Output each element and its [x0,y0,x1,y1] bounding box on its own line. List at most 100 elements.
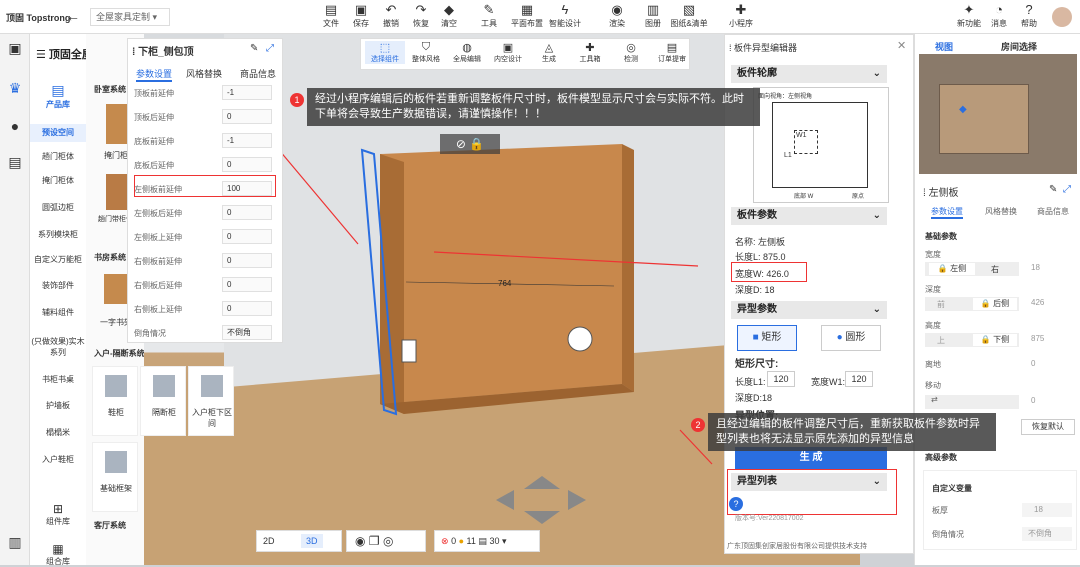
view-3d-button[interactable]: 3D [301,534,323,548]
expand-icon[interactable]: ⤢ [266,43,274,54]
category-item[interactable]: ⊞ 组件库 [30,502,86,527]
category-item[interactable]: 圆弧边柜 [30,202,86,213]
gauge-icon[interactable]: ◎ [383,534,393,548]
param-input[interactable]: 0 [222,301,272,316]
width-value[interactable]: 18 [1031,263,1040,272]
param-input[interactable]: -1 [222,133,272,148]
right-tab[interactable]: 商品信息 [1037,206,1069,217]
copy-icon[interactable]: ❐ [369,534,380,548]
category-item[interactable]: 护墙板 [30,400,86,411]
user-icon[interactable]: ● [5,118,25,138]
toolbar-drawings-button[interactable]: ▧ 图纸&清单 [670,2,708,32]
avatar[interactable] [1052,7,1072,27]
category-item[interactable]: 预设空间 [30,124,86,142]
design-tool-button[interactable]: ◬ 生成 [529,41,569,64]
param-input[interactable]: 0 [222,253,272,268]
category-item[interactable]: 榻榻米 [30,427,86,438]
help-icon[interactable]: ? [729,497,743,511]
minimap[interactable]: ◆ [919,54,1077,174]
cabinet-icon[interactable]: ▤ [5,154,25,174]
param-input[interactable]: 0 [222,157,272,172]
category-item[interactable]: 入户鞋柜 [30,454,86,465]
design-tool-button[interactable]: ✚ 工具箱 [570,41,610,64]
category-item[interactable]: (只做效果)实木系列 [30,336,86,358]
param-input[interactable]: -1 [222,85,272,100]
product-card[interactable]: 入户柜下区间 [188,366,234,436]
category-item[interactable]: 掩门柜体 [30,175,86,186]
param-input[interactable]: 不倒角 [222,325,272,340]
edit-icon[interactable]: ✎ [250,43,258,54]
status-indicators[interactable]: ⊗ 0 ● 11 ▤ 30 ▾ [434,530,540,552]
eye-off-icon[interactable]: ⊘ [456,137,466,151]
param-tab[interactable]: 参数设置 [136,67,173,82]
toolbar-layout-button[interactable]: ▦ 平面布置 [508,2,546,32]
category-item[interactable]: 辅料组件 [30,307,86,318]
product-card[interactable]: 鞋柜 [92,366,138,436]
tab-view[interactable]: 视图 [935,40,953,53]
right-tab[interactable]: 参数设置 [931,206,963,219]
category-item[interactable]: 书柜书桌 [30,374,86,385]
visibility-toolbar[interactable]: ⊘ 🔒 [440,134,500,154]
restore-default-button[interactable]: 恢复默认 [1021,419,1075,435]
tab-room[interactable]: 房间选择 [1001,40,1037,53]
param-input[interactable]: 0 [222,229,272,244]
close-icon[interactable]: ✕ [897,39,906,52]
param-input[interactable]: 0 [222,109,272,124]
product-card[interactable]: 基础框架 [92,442,138,512]
width-anchor-toggle[interactable]: 🔒 左侧右 [925,262,1019,276]
chamfer-value[interactable]: 不倒角 [1022,527,1072,541]
ground-value[interactable]: 0 [1031,359,1035,368]
category-item[interactable]: 趟门柜体 [30,151,86,162]
move-toggle[interactable]: ⇄ [925,395,1019,409]
height-value[interactable]: 875 [1031,334,1044,343]
depth-value[interactable]: 426 [1031,298,1044,307]
help-button[interactable]: ? 帮助 [1010,2,1048,32]
category-item[interactable]: ▦ 组合库 [30,542,86,567]
design-tool-button[interactable]: ⬚ 选择组件 [365,41,405,64]
section-board-params[interactable]: 板件参数 ⌄ [731,207,887,225]
collapse-icon[interactable]: ▥ [5,534,25,554]
rect-shape-button[interactable]: ■ 矩形 [737,325,797,351]
section-special-params[interactable]: 异型参数 ⌄ [731,301,887,319]
view-2d-button[interactable]: 2D [263,536,275,546]
project-selector[interactable]: 全屋家具定制 ▾ [90,8,170,26]
design-tool-button[interactable]: ◍ 全局编辑 [447,41,487,64]
section-outline[interactable]: 板件轮廓 ⌄ [731,65,887,83]
thickness-value[interactable]: 18 [1022,503,1072,517]
eye-icon[interactable]: ◉ [355,534,365,548]
advanced-params-label[interactable]: 高级参数 [925,452,957,463]
design-tool-button[interactable]: ▣ 内空设计 [488,41,528,64]
right-tab[interactable]: 风格替换 [985,206,1017,217]
move-value[interactable]: 0 [1031,396,1035,405]
toolbar-album-button[interactable]: ▥ 图册 [634,2,672,32]
height-anchor-toggle[interactable]: 上 🔒 下侧 [925,333,1019,347]
param-tab[interactable]: 商品信息 [240,67,276,80]
depth-anchor-toggle[interactable]: 前 🔒 后侧 [925,297,1019,311]
lock-icon[interactable]: 🔒 [469,137,484,151]
toolbar-wrench-button[interactable]: ✎ 工具 [470,2,508,32]
home-icon[interactable]: ▣ [5,40,25,60]
crown-icon[interactable]: ♛ [5,80,25,100]
category-item[interactable]: 自定义万能柜 [30,254,86,265]
arrow-left-icon[interactable]: ← [66,8,80,24]
toolbar-lightning-button[interactable]: ϟ 智能设计 [546,2,584,32]
design-tool-button[interactable]: ⛉ 整体风格 [406,41,446,64]
round-shape-button[interactable]: ● 圆形 [821,325,881,351]
toolbar-camera-button[interactable]: ◉ 渲染 [598,2,636,32]
product-card[interactable]: 隔断柜 [140,366,186,436]
toolbar-puzzle-button[interactable]: ✚ 小程序 [722,2,760,32]
param-input[interactable]: 0 [222,205,272,220]
width-w1-input[interactable]: 120 [845,371,873,387]
toolbar-clear-button[interactable]: ◆ 清空 [430,2,468,32]
design-tool-button[interactable]: ◎ 检测 [611,41,651,64]
param-tab[interactable]: 风格替换 [186,67,222,80]
length-l1-input[interactable]: 120 [767,371,795,387]
expand-icon[interactable]: ⤢ [1063,184,1071,195]
category-item[interactable]: 装饰部件 [30,280,86,291]
album-icon: ▥ [646,2,660,17]
design-tool-button[interactable]: ▤ 订单提审 [652,41,692,64]
category-item[interactable]: ▤ 产品库 [30,82,86,110]
edit-icon[interactable]: ✎ [1049,184,1057,195]
category-item[interactable]: 系列模块柜 [30,229,86,240]
param-input[interactable]: 0 [222,277,272,292]
